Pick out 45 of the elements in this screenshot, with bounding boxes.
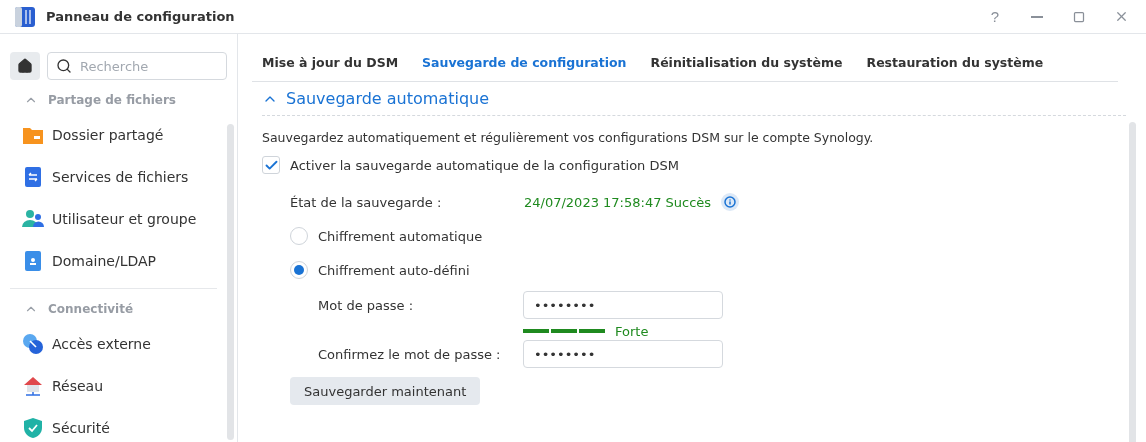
scrollbar[interactable]: [227, 124, 234, 440]
group-title: Connectivité: [48, 302, 134, 316]
sidebar-item[interactable]: Réseau: [52, 378, 104, 394]
status-value: 24/07/2023 17:58:47 Succès: [524, 194, 712, 210]
sidebar-item[interactable]: Services de fichiers: [52, 169, 189, 185]
app-logo-icon: [14, 5, 36, 28]
checkbox[interactable]: [262, 156, 280, 174]
password-field[interactable]: ••••••••: [523, 291, 723, 319]
info-icon[interactable]: [721, 193, 740, 211]
confirm-password-field[interactable]: ••••••••: [523, 340, 723, 368]
maximize-icon: [1073, 10, 1085, 23]
domain-icon: [22, 250, 44, 272]
tab[interactable]: Réinitialisation du système: [650, 55, 843, 70]
tab[interactable]: Mise à jour du DSM: [262, 55, 399, 70]
group-title: Partage de fichiers: [48, 93, 176, 107]
tab[interactable]: Restauration du système: [866, 55, 1044, 70]
radio-label: Chiffrement auto-défini: [318, 262, 470, 278]
home-icon: [17, 58, 33, 74]
external-icon: [22, 333, 44, 355]
scrollbar[interactable]: [1129, 122, 1136, 442]
home-button[interactable]: [10, 52, 40, 80]
sidebar-item[interactable]: Utilisateur et groupe: [52, 211, 197, 227]
users-icon: [22, 209, 44, 229]
sidebar-item[interactable]: Sécurité: [52, 420, 110, 436]
folder-icon: [22, 125, 44, 145]
tab[interactable]: Sauvegarde de configuration: [422, 55, 627, 70]
sidebar-item[interactable]: Accès externe: [52, 336, 151, 352]
window-title: Panneau de configuration: [46, 9, 236, 24]
description: Sauvegardez automatiquement et régulièrement vos configurations DSM sur le compte Synology.: [262, 130, 875, 145]
sidebar-item[interactable]: Dossier partagé: [52, 127, 164, 143]
status-label: État de la sauvegarde :: [290, 194, 443, 210]
checkbox-label: Activer la sauvegarde automatique de la configuration DSM: [290, 157, 679, 173]
backup-now-button[interactable]: Sauvegarder maintenant: [290, 377, 481, 405]
search-icon: [56, 58, 72, 74]
file-services-icon: [22, 166, 44, 188]
security-icon: [22, 417, 44, 439]
radio-label: Chiffrement automatique: [318, 228, 483, 244]
minimize-icon: [1031, 15, 1043, 18]
network-icon: [22, 375, 44, 397]
search-field[interactable]: Recherche: [47, 52, 227, 80]
password-label: Mot de passe :: [318, 297, 415, 313]
strength-label: Forte: [615, 323, 649, 339]
section-title: Sauvegarde automatique: [286, 89, 489, 108]
confirm-password-label: Confirmez le mot de passe :: [318, 346, 502, 362]
sidebar-item[interactable]: Domaine/LDAP: [52, 253, 156, 269]
